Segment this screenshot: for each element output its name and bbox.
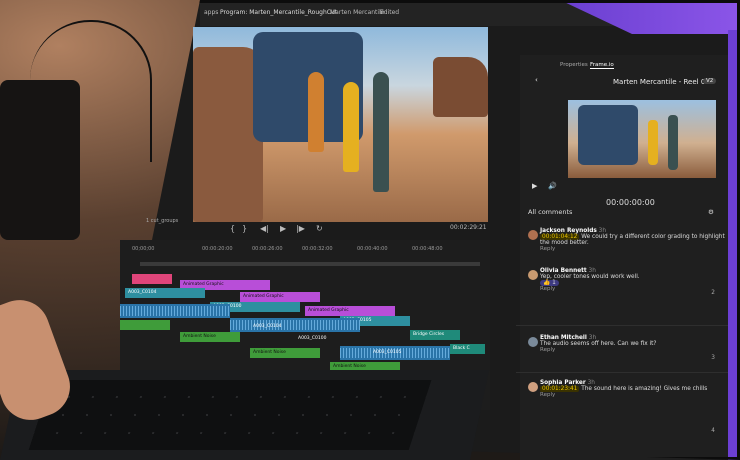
person-yellow [648, 120, 658, 165]
reply-count: 2 [711, 290, 715, 296]
volume-icon[interactable]: 🔊 [548, 182, 557, 190]
rock-mesa [433, 57, 488, 117]
tab-properties[interactable]: Properties [560, 62, 588, 68]
ambient-clip[interactable]: Ambient Noise [250, 348, 320, 358]
divider [516, 325, 736, 326]
brand-edge [728, 30, 740, 460]
program-tab[interactable]: Program: Marten_Mercantile_RoughCut [220, 9, 337, 16]
ruler-tick: 00;00;00 [132, 246, 155, 252]
van [578, 105, 638, 165]
reply-count: 4 [711, 428, 715, 434]
back-icon[interactable]: ‹ [535, 76, 538, 84]
sequence-name: 1 cut_groups [146, 218, 179, 224]
transport-bar: { } ◀| ▶ |▶ ↻ 00:02:29:21 [150, 222, 490, 238]
review-controls: ▶ 🔊 00:00:00:00 [528, 160, 728, 210]
audio-clip-label: A003_C0105 [373, 350, 402, 355]
ruler-tick: 00:00:26:00 [252, 246, 283, 252]
keyboard-keys [28, 380, 432, 450]
project-title: Marten Mercantile [330, 9, 385, 16]
comment-text: The audio seems off here. Can we fix it? [540, 341, 657, 347]
reply-link[interactable]: Reply [540, 246, 555, 252]
person-orange [308, 72, 324, 152]
headphone-cable [30, 20, 152, 162]
divider [516, 372, 736, 373]
comments-filter[interactable]: All comments [528, 208, 572, 216]
audio-clip-label: A003_C0100 [298, 336, 327, 341]
settings-icon[interactable]: ⚙ [708, 208, 714, 216]
play-icon[interactable]: ▶ [532, 182, 537, 190]
avatar [528, 382, 538, 392]
ruler-tick: 00:00:40:00 [357, 246, 388, 252]
title-clip[interactable]: Black C [450, 344, 485, 354]
reply-link[interactable]: Reply [540, 347, 555, 353]
ruler-tick: 00:00:32:00 [302, 246, 333, 252]
avatar [528, 230, 538, 240]
loop-icon[interactable]: ↻ [316, 224, 323, 233]
mark-in-icon[interactable]: { [230, 224, 235, 233]
sequence-timecode: 00:02:29:21 [450, 224, 487, 231]
graphic-clip[interactable] [132, 274, 172, 284]
comment-text: The sound here is amazing! Gives me chil… [581, 386, 708, 392]
ambient-clip[interactable]: Ambient Noise [180, 332, 240, 342]
program-monitor[interactable] [193, 27, 488, 222]
graphic-clip[interactable]: Animated Graphic [305, 306, 395, 316]
avatar [528, 270, 538, 280]
review-timecode: 00:00:00:00 [606, 198, 655, 207]
comments-header: All comments ⚙ [528, 208, 738, 216]
avatar [528, 337, 538, 347]
person-yellow [343, 82, 359, 172]
reply-link[interactable]: Reply [540, 392, 555, 398]
menu-label[interactable]: apps [204, 9, 218, 16]
reply-count: 3 [711, 355, 715, 361]
step-forward-icon[interactable]: |▶ [296, 224, 305, 233]
timeline-scrubber[interactable] [140, 262, 480, 266]
mark-out-icon[interactable]: } [242, 224, 247, 233]
reel-title: Marten Mercantile - Reel 01 [613, 78, 710, 86]
title-clip[interactable]: Bridge Circles [410, 330, 460, 340]
audio-clip-label: A003_C0104 [253, 324, 282, 329]
ruler-tick: 00:00:48:00 [412, 246, 443, 252]
video-clip[interactable]: A003_C0104 [125, 288, 205, 298]
edit-status: Edited [380, 9, 400, 16]
ambient-clip[interactable] [120, 320, 170, 330]
ruler-tick: 00:00:20:00 [202, 246, 233, 252]
tab-frameio[interactable]: Frame.io [590, 62, 614, 69]
audio-clip[interactable] [120, 304, 230, 318]
graphic-clip[interactable]: Animated Graphic [240, 292, 320, 302]
reply-link[interactable]: Reply [540, 286, 555, 292]
version-badge[interactable]: V2 [703, 78, 717, 84]
person-standing [373, 72, 389, 192]
step-back-icon[interactable]: ◀| [260, 224, 269, 233]
play-icon[interactable]: ▶ [280, 224, 286, 233]
